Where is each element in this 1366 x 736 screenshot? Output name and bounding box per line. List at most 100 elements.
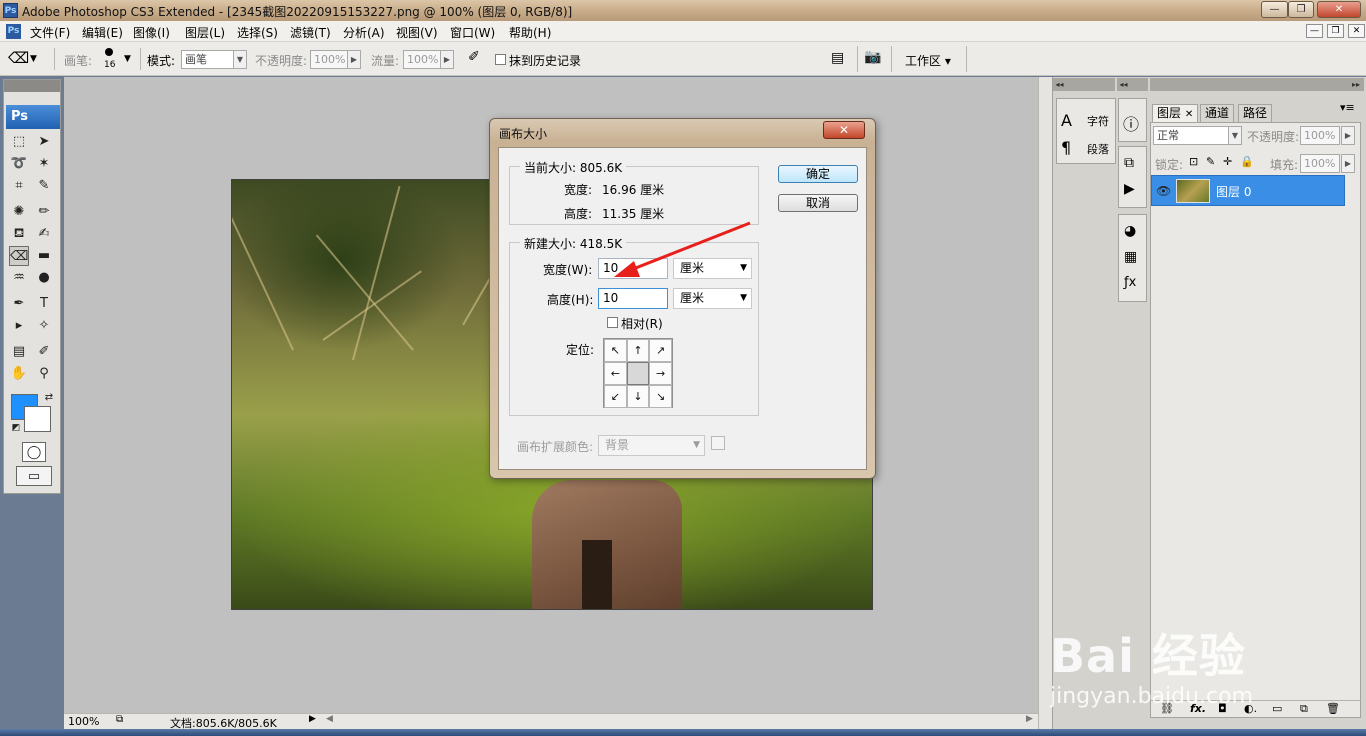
lock-all-icon[interactable]: 🔒 xyxy=(1240,155,1254,168)
doc-restore-button[interactable]: ❐ xyxy=(1327,24,1344,38)
clone-stamp-tool-icon[interactable]: ⛾ xyxy=(9,224,29,244)
doc-minimize-button[interactable]: — xyxy=(1306,24,1323,38)
workspace-menu[interactable]: 工作区 ▾ xyxy=(905,52,951,69)
flow-arrow-icon[interactable]: ▶ xyxy=(440,50,454,69)
cancel-button[interactable]: 取消 xyxy=(778,194,858,212)
character-icon[interactable]: A xyxy=(1061,111,1072,130)
status-icon[interactable]: ⧉ xyxy=(116,714,123,725)
eyedropper-tool-icon[interactable]: ✐ xyxy=(34,342,54,362)
anchor-right-icon[interactable]: → xyxy=(649,362,672,385)
menu-file[interactable]: 文件(F) xyxy=(30,24,70,41)
fill-field[interactable]: 100% xyxy=(1300,154,1340,173)
menu-view[interactable]: 视图(V) xyxy=(396,24,438,41)
menu-layer[interactable]: 图层(L) xyxy=(185,24,225,41)
anchor-top-icon[interactable]: ↑ xyxy=(626,339,650,362)
swap-colors-icon[interactable]: ⇄ xyxy=(39,388,59,408)
anchor-bottom-left-icon[interactable]: ↙ xyxy=(604,385,627,408)
layer-row[interactable]: 👁 图层 0 xyxy=(1151,175,1345,206)
bridge-icon[interactable]: 📷 xyxy=(864,49,881,65)
background-color-swatch[interactable] xyxy=(24,406,51,432)
status-menu-arrow-icon[interactable]: ▶ xyxy=(309,714,316,724)
move-tool-icon[interactable]: ➤ xyxy=(34,132,54,152)
menu-window[interactable]: 窗口(W) xyxy=(450,24,495,41)
character-tab[interactable]: 字符 xyxy=(1087,113,1109,129)
marquee-tool-icon[interactable]: ⬚ xyxy=(9,132,29,152)
brush-dot-icon[interactable] xyxy=(105,48,113,56)
menu-help[interactable]: 帮助(H) xyxy=(509,24,551,41)
layer-opacity-arrow-icon[interactable]: ▶ xyxy=(1341,126,1355,145)
eraser-tool-icon[interactable]: ⌫ xyxy=(9,246,29,266)
doc-close-button[interactable]: ✕ xyxy=(1348,24,1365,38)
gradient-tool-icon[interactable]: ▬ xyxy=(34,246,54,266)
healing-brush-tool-icon[interactable]: ✺ xyxy=(9,202,29,222)
dock-collapse-bar-1[interactable]: ◂◂ xyxy=(1053,78,1115,91)
brush-tool-icon[interactable]: ✏ xyxy=(34,202,54,222)
color-palette-icon[interactable]: ◕ xyxy=(1124,223,1136,239)
zoom-tool-icon[interactable]: ⚲ xyxy=(34,364,54,384)
tab-paths[interactable]: 路径 xyxy=(1238,104,1273,122)
brush-picker-arrow-icon[interactable]: ▼ xyxy=(124,54,131,64)
relative-checkbox[interactable] xyxy=(607,317,618,328)
magic-wand-tool-icon[interactable]: ✶ xyxy=(34,154,54,174)
eraser-icon[interactable]: ⌫ xyxy=(8,49,29,67)
toolbox-logo[interactable]: Ps xyxy=(6,105,60,129)
anchor-top-left-icon[interactable]: ↖ xyxy=(604,339,627,362)
ext-color-swatch[interactable] xyxy=(711,436,725,450)
layer-opacity-field[interactable]: 100% xyxy=(1300,126,1340,145)
mode-dropdown-arrow-icon[interactable]: ▼ xyxy=(233,50,247,69)
quick-mask-icon[interactable]: ◯ xyxy=(22,442,46,462)
blend-mode-select[interactable]: 正常 xyxy=(1153,126,1229,145)
anchor-bottom-icon[interactable]: ↓ xyxy=(626,385,650,408)
anchor-bottom-right-icon[interactable]: ↘ xyxy=(649,385,672,408)
tool-preset-arrow-icon[interactable]: ▼ xyxy=(30,54,37,64)
opacity-arrow-icon[interactable]: ▶ xyxy=(347,50,361,69)
lock-position-icon[interactable]: ✛ xyxy=(1223,155,1232,168)
menu-analysis[interactable]: 分析(A) xyxy=(343,24,385,41)
hand-tool-icon[interactable]: ✋ xyxy=(9,364,29,384)
slice-tool-icon[interactable]: ✎ xyxy=(34,176,54,196)
minimize-button[interactable]: — xyxy=(1261,1,1288,18)
fill-arrow-icon[interactable]: ▶ xyxy=(1341,154,1355,173)
anchor-top-right-icon[interactable]: ↗ xyxy=(649,339,672,362)
document-icon[interactable]: Ps xyxy=(6,24,21,39)
anchor-center[interactable] xyxy=(626,362,650,385)
scroll-left-icon[interactable]: ◀ xyxy=(326,714,333,724)
height-unit-select[interactable]: 厘米 ▼ xyxy=(673,288,752,309)
menu-image[interactable]: 图像(I) xyxy=(133,24,170,41)
type-tool-icon[interactable]: T xyxy=(34,294,54,314)
toolbox-grip[interactable] xyxy=(4,80,60,92)
tab-layers[interactable]: 图层 ✕ xyxy=(1152,104,1199,122)
default-colors-icon[interactable]: ◩ xyxy=(6,418,26,438)
history-brush-tool-icon[interactable]: ✍ xyxy=(34,224,54,244)
menu-edit[interactable]: 编辑(E) xyxy=(82,24,123,41)
blend-mode-arrow-icon[interactable]: ▼ xyxy=(1228,126,1242,145)
crop-tool-icon[interactable]: ⌗ xyxy=(9,176,29,196)
flow-field[interactable]: 100% xyxy=(403,50,441,69)
menu-select[interactable]: 选择(S) xyxy=(237,24,278,41)
height-input[interactable]: 10 xyxy=(598,288,668,309)
dock-collapse-bar-2[interactable]: ◂◂ xyxy=(1117,78,1148,91)
shape-tool-icon[interactable]: ✧ xyxy=(34,316,54,336)
lock-transparent-icon[interactable]: ⊡ xyxy=(1189,155,1198,168)
new-group-icon[interactable]: ▭ xyxy=(1272,702,1282,715)
notes-tool-icon[interactable]: ▤ xyxy=(9,342,29,362)
pen-tool-icon[interactable]: ✒ xyxy=(9,294,29,314)
lasso-tool-icon[interactable]: ➰ xyxy=(9,154,29,174)
tab-close-icon[interactable]: ✕ xyxy=(1185,109,1193,120)
tab-channels[interactable]: 通道 xyxy=(1200,104,1235,122)
visibility-eye-icon[interactable]: 👁 xyxy=(1156,184,1171,198)
dialog-close-button[interactable]: ✕ xyxy=(823,121,865,139)
palette-well-icon[interactable]: ▤ xyxy=(831,50,844,66)
screen-mode-icon[interactable]: ▭ xyxy=(16,466,52,486)
paragraph-tab[interactable]: 段落 xyxy=(1087,141,1109,157)
menu-filter[interactable]: 滤镜(T) xyxy=(290,24,331,41)
anchor-left-icon[interactable]: ← xyxy=(604,362,627,385)
erase-history-checkbox[interactable] xyxy=(495,54,506,65)
dock-collapse-bar-3[interactable]: ▸▸ xyxy=(1150,78,1364,91)
maximize-button[interactable]: ❐ xyxy=(1288,1,1314,18)
ok-button[interactable]: 确定 xyxy=(778,165,858,183)
path-selection-tool-icon[interactable]: ▸ xyxy=(9,316,29,336)
info-icon[interactable]: ⓘ xyxy=(1123,111,1139,135)
paragraph-icon[interactable]: ¶ xyxy=(1061,138,1071,157)
panel-menu-icon[interactable]: ▾≡ xyxy=(1340,101,1355,114)
